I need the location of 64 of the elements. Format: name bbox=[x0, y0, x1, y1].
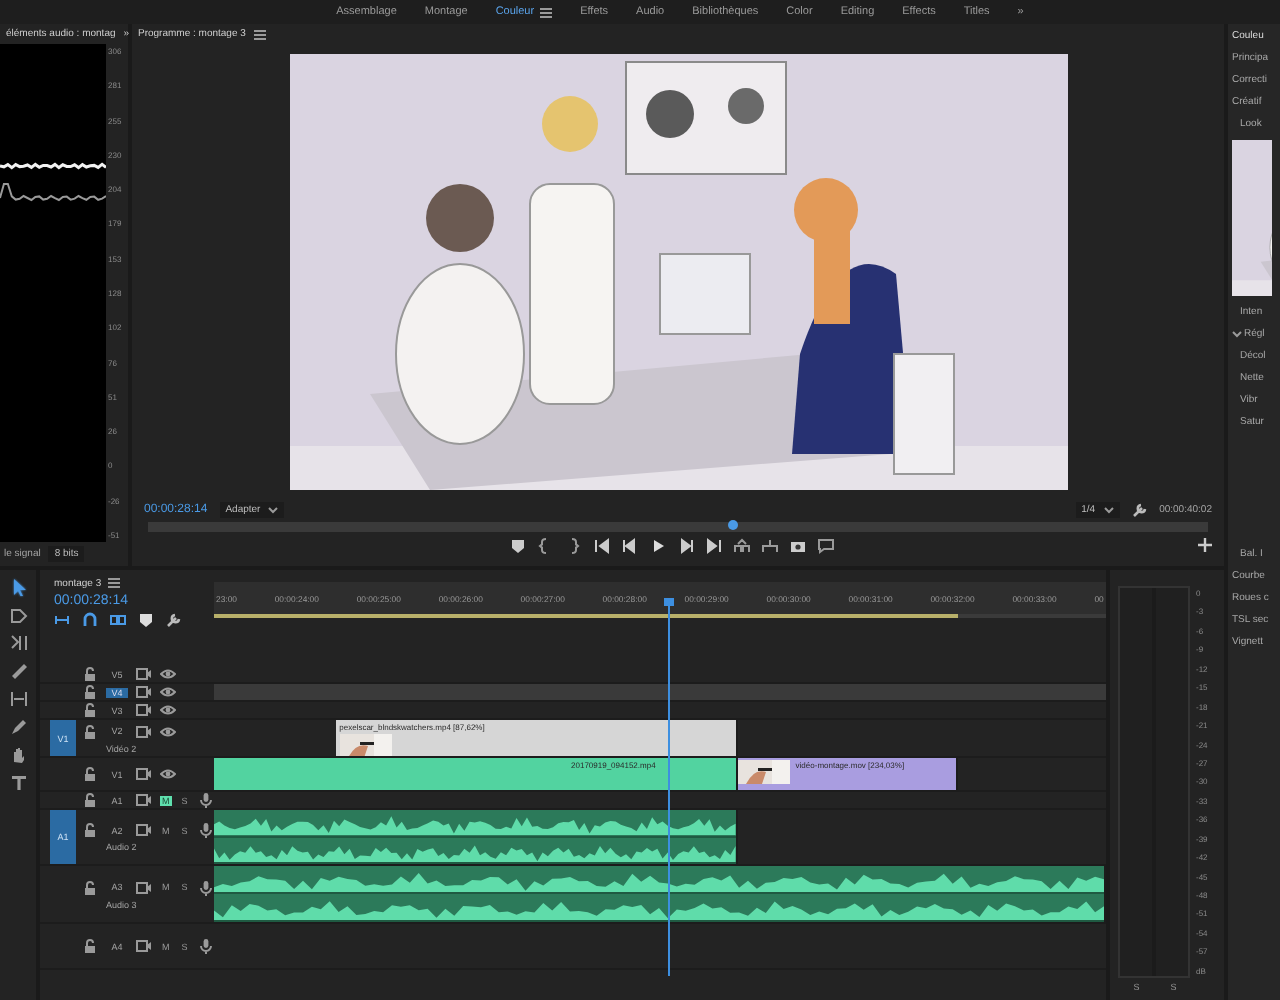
lock-icon[interactable] bbox=[82, 684, 98, 700]
lock-icon[interactable] bbox=[82, 766, 98, 782]
audio-clip[interactable] bbox=[214, 810, 738, 864]
wrench-icon[interactable] bbox=[1131, 501, 1148, 517]
selection-icon[interactable] bbox=[9, 578, 27, 596]
marker-icon[interactable] bbox=[138, 612, 154, 628]
film-icon[interactable] bbox=[136, 702, 152, 718]
lock-icon[interactable] bbox=[82, 938, 98, 954]
marker-icon[interactable] bbox=[510, 538, 526, 554]
eye-icon[interactable] bbox=[160, 666, 176, 682]
caret-icon bbox=[1103, 505, 1114, 513]
lock-icon[interactable] bbox=[82, 822, 98, 838]
film-icon[interactable] bbox=[136, 723, 152, 739]
film-icon[interactable] bbox=[136, 666, 152, 682]
insert-icon[interactable] bbox=[734, 538, 750, 554]
track-select-icon[interactable] bbox=[9, 606, 27, 624]
microphone-icon[interactable] bbox=[197, 879, 214, 895]
film-icon[interactable] bbox=[136, 879, 152, 895]
microphone-icon[interactable] bbox=[197, 822, 214, 838]
caret-icon bbox=[268, 505, 279, 513]
pen-icon[interactable] bbox=[9, 718, 27, 736]
mark-out-icon[interactable] bbox=[566, 538, 582, 554]
slip-icon[interactable] bbox=[9, 690, 27, 708]
eye-icon[interactable] bbox=[160, 766, 176, 782]
menu-icon[interactable] bbox=[253, 27, 266, 41]
film-icon[interactable] bbox=[136, 766, 152, 782]
ripple-edit-icon[interactable] bbox=[9, 634, 27, 652]
eye-icon[interactable] bbox=[160, 684, 176, 700]
playhead[interactable] bbox=[664, 598, 675, 976]
film-icon[interactable] bbox=[136, 938, 152, 954]
razor-icon[interactable] bbox=[9, 662, 27, 680]
overwrite-icon[interactable] bbox=[762, 538, 778, 554]
film-icon[interactable] bbox=[136, 822, 152, 838]
nest-icon[interactable] bbox=[54, 612, 70, 628]
eye-icon[interactable] bbox=[160, 723, 176, 739]
microphone-icon[interactable] bbox=[197, 792, 214, 808]
go-to-in-icon[interactable] bbox=[594, 538, 610, 554]
camera-icon[interactable] bbox=[790, 538, 806, 554]
film-icon[interactable] bbox=[136, 792, 152, 808]
audio-clip[interactable] bbox=[214, 866, 1106, 922]
chevron-icon[interactable] bbox=[1232, 330, 1242, 338]
wrench-icon[interactable] bbox=[166, 612, 182, 628]
microphone-icon[interactable] bbox=[197, 938, 214, 954]
lock-icon[interactable] bbox=[82, 723, 98, 739]
menu-icon[interactable] bbox=[540, 5, 553, 19]
step-back-icon[interactable] bbox=[622, 538, 638, 554]
film-icon[interactable] bbox=[136, 684, 152, 700]
lock-icon[interactable] bbox=[82, 666, 98, 682]
lock-icon[interactable] bbox=[82, 702, 98, 718]
step-forward-icon[interactable] bbox=[678, 538, 694, 554]
linked-icon[interactable] bbox=[110, 612, 126, 628]
lock-icon[interactable] bbox=[82, 879, 98, 895]
menu-icon[interactable] bbox=[107, 576, 120, 590]
go-to-out-icon[interactable] bbox=[706, 538, 722, 554]
track-lane[interactable] bbox=[214, 684, 1106, 702]
snap-icon[interactable] bbox=[82, 612, 98, 628]
play-icon[interactable] bbox=[650, 538, 666, 554]
type-tool-icon[interactable] bbox=[9, 774, 27, 792]
lock-icon[interactable] bbox=[82, 792, 98, 808]
eye-icon[interactable] bbox=[160, 702, 176, 718]
plus-icon[interactable] bbox=[1198, 538, 1212, 552]
playhead-handle[interactable] bbox=[727, 520, 737, 530]
comment-icon[interactable] bbox=[818, 538, 834, 554]
hand-icon[interactable] bbox=[9, 746, 27, 764]
